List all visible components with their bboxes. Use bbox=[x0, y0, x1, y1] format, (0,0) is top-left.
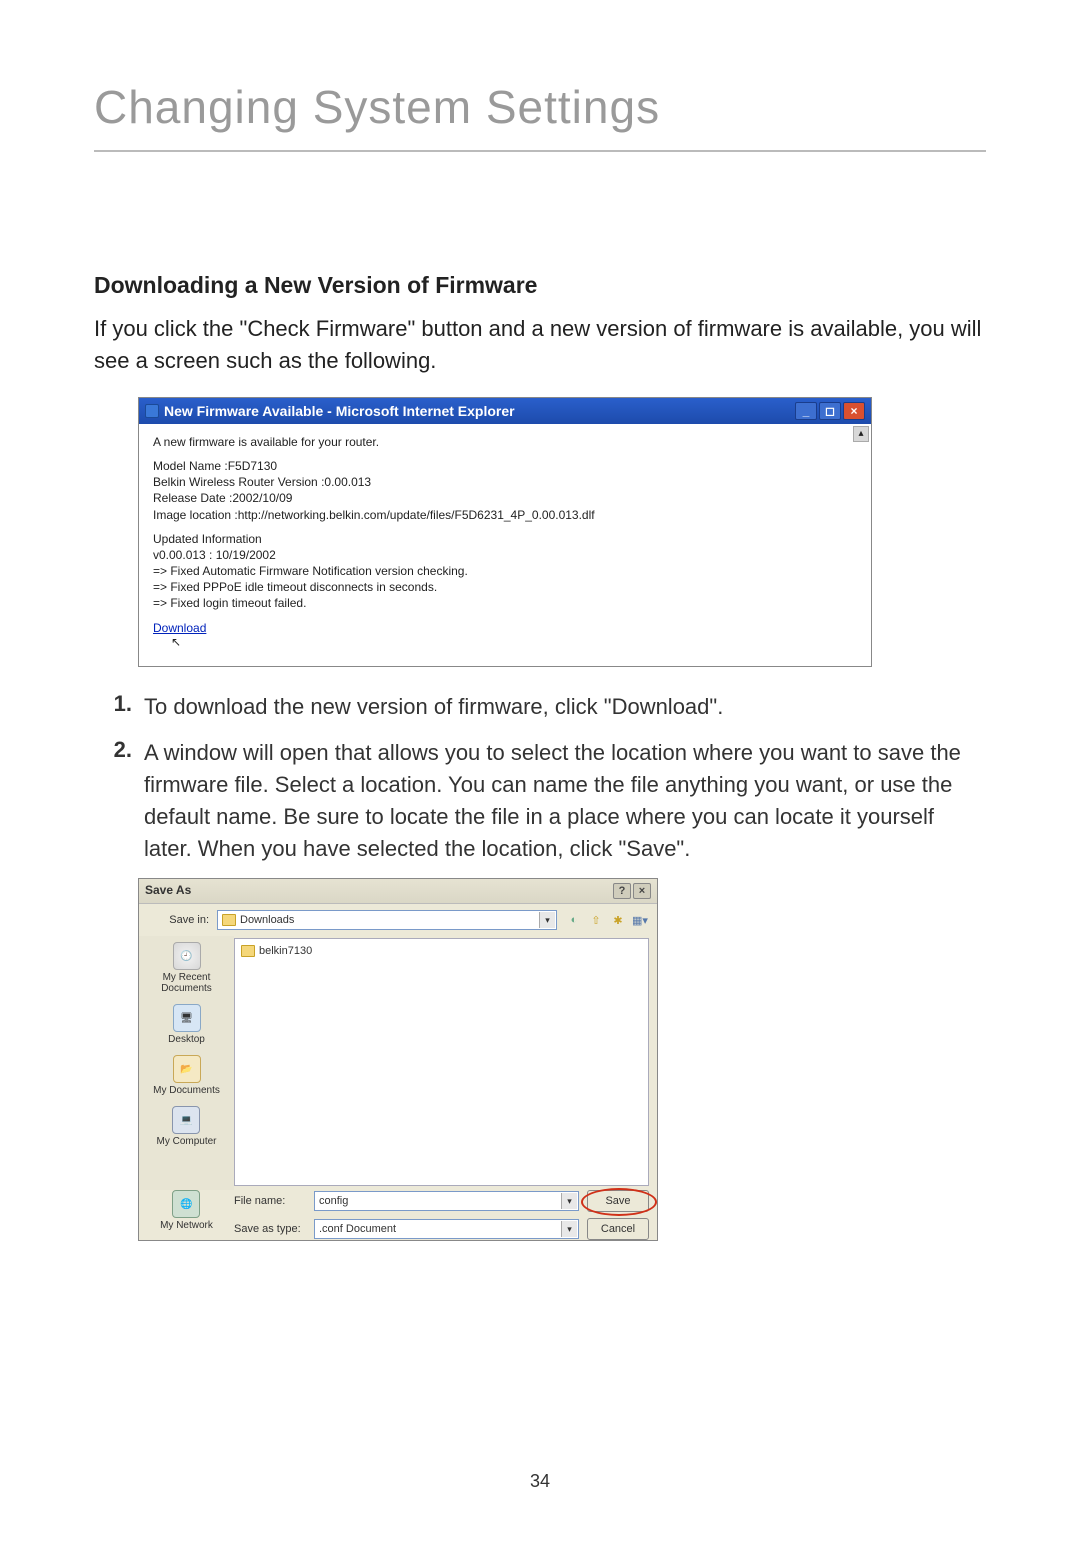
ie-firmware-window: New Firmware Available - Microsoft Inter… bbox=[138, 397, 872, 667]
folder-icon bbox=[222, 914, 236, 926]
step-2-number: 2. bbox=[94, 737, 144, 865]
model-name-line: Model Name :F5D7130 bbox=[153, 458, 857, 474]
firmware-notice: A new firmware is available for your rou… bbox=[153, 434, 857, 450]
release-date-line: Release Date :2002/10/09 bbox=[153, 490, 857, 506]
mycomputer-icon: 💻 bbox=[172, 1106, 200, 1134]
sidebar-mydocs-label: My Documents bbox=[153, 1085, 220, 1096]
scrollbar-up-icon[interactable]: ▴ bbox=[853, 426, 869, 442]
fix-line-1: => Fixed Automatic Firmware Notification… bbox=[153, 563, 857, 579]
filename-input[interactable]: config ▾ bbox=[314, 1191, 579, 1211]
ie-window-title: New Firmware Available - Microsoft Inter… bbox=[164, 403, 515, 419]
sidebar-recent-label: My Recent Documents bbox=[141, 972, 232, 994]
save-as-sidebar: 🕘 My Recent Documents 🖥 Desktop 📂 My Doc… bbox=[139, 936, 234, 1190]
step-1-text: To download the new version of firmware,… bbox=[144, 691, 986, 723]
maximize-button[interactable]: ◻ bbox=[819, 402, 841, 420]
ie-logo-icon bbox=[145, 404, 159, 418]
page-title: Changing System Settings bbox=[94, 80, 986, 152]
ie-titlebar: New Firmware Available - Microsoft Inter… bbox=[139, 398, 871, 424]
filename-label: File name: bbox=[234, 1195, 306, 1207]
chevron-down-icon: ▾ bbox=[561, 1221, 577, 1237]
fix-line-2: => Fixed PPPoE idle timeout disconnects … bbox=[153, 579, 857, 595]
savetype-value: .conf Document bbox=[319, 1223, 396, 1235]
recent-docs-icon: 🕘 bbox=[173, 942, 201, 970]
filename-value: config bbox=[319, 1195, 348, 1207]
updated-version-line: v0.00.013 : 10/19/2002 bbox=[153, 547, 857, 563]
sidebar-recent[interactable]: 🕘 My Recent Documents bbox=[141, 942, 232, 994]
savein-dropdown[interactable]: Downloads ▾ bbox=[217, 910, 557, 930]
new-folder-icon[interactable]: ✱ bbox=[609, 911, 627, 929]
fix-line-3: => Fixed login timeout failed. bbox=[153, 595, 857, 611]
mydocs-icon: 📂 bbox=[173, 1055, 201, 1083]
save-button[interactable]: Save bbox=[587, 1190, 649, 1212]
sidebar-mycomputer[interactable]: 💻 My Computer bbox=[156, 1106, 216, 1147]
section-heading: Downloading a New Version of Firmware bbox=[94, 272, 986, 299]
download-link[interactable]: Download bbox=[153, 621, 206, 635]
step-1: 1. To download the new version of firmwa… bbox=[94, 691, 986, 723]
desktop-icon: 🖥 bbox=[173, 1004, 201, 1032]
close-button[interactable]: × bbox=[843, 402, 865, 420]
file-area[interactable]: belkin7130 bbox=[234, 938, 649, 1186]
back-icon[interactable]: ◐ bbox=[565, 911, 583, 929]
folder-item-label: belkin7130 bbox=[259, 945, 312, 957]
save-as-title: Save As bbox=[145, 883, 191, 899]
folder-icon bbox=[241, 945, 255, 957]
step-2-text: A window will open that allows you to se… bbox=[144, 737, 986, 865]
up-folder-icon[interactable]: ⇧ bbox=[587, 911, 605, 929]
save-as-dialog: Save As ? × Save in: Downloads ▾ ◐ ⇧ ✱ ▦… bbox=[138, 878, 658, 1241]
folder-item-belkin[interactable]: belkin7130 bbox=[241, 945, 642, 957]
cursor-icon: ↖ bbox=[171, 634, 875, 650]
mynetwork-icon: 🌐 bbox=[172, 1190, 200, 1218]
savein-label: Save in: bbox=[147, 914, 209, 926]
ie-content: ▴ A new firmware is available for your r… bbox=[139, 424, 871, 666]
step-1-number: 1. bbox=[94, 691, 144, 723]
sidebar-desktop-label: Desktop bbox=[168, 1034, 205, 1045]
views-icon[interactable]: ▦▾ bbox=[631, 911, 649, 929]
section-intro: If you click the "Check Firmware" button… bbox=[94, 313, 986, 377]
cancel-button[interactable]: Cancel bbox=[587, 1218, 649, 1240]
sidebar-mycomputer-label: My Computer bbox=[156, 1136, 216, 1147]
step-2: 2. A window will open that allows you to… bbox=[94, 737, 986, 865]
savetype-label: Save as type: bbox=[234, 1223, 306, 1235]
cancel-button-label: Cancel bbox=[601, 1223, 635, 1235]
savetype-dropdown[interactable]: .conf Document ▾ bbox=[314, 1219, 579, 1239]
chevron-down-icon: ▾ bbox=[561, 1193, 577, 1209]
sidebar-desktop[interactable]: 🖥 Desktop bbox=[168, 1004, 205, 1045]
sidebar-mynetwork-label: My Network bbox=[160, 1220, 213, 1231]
close-button[interactable]: × bbox=[633, 883, 651, 899]
chevron-down-icon: ▾ bbox=[539, 912, 555, 928]
savein-value: Downloads bbox=[240, 914, 294, 926]
updated-info-heading: Updated Information bbox=[153, 531, 857, 547]
sidebar-mynetwork[interactable]: 🌐 My Network bbox=[160, 1190, 213, 1231]
minimize-button[interactable]: _ bbox=[795, 402, 817, 420]
sidebar-mydocs[interactable]: 📂 My Documents bbox=[153, 1055, 220, 1096]
save-button-label: Save bbox=[605, 1195, 630, 1207]
image-location-line: Image location :http://networking.belkin… bbox=[153, 507, 857, 523]
version-line: Belkin Wireless Router Version :0.00.013 bbox=[153, 474, 857, 490]
save-as-titlebar: Save As ? × bbox=[139, 879, 657, 904]
help-button[interactable]: ? bbox=[613, 883, 631, 899]
page-number: 34 bbox=[0, 1471, 1080, 1492]
